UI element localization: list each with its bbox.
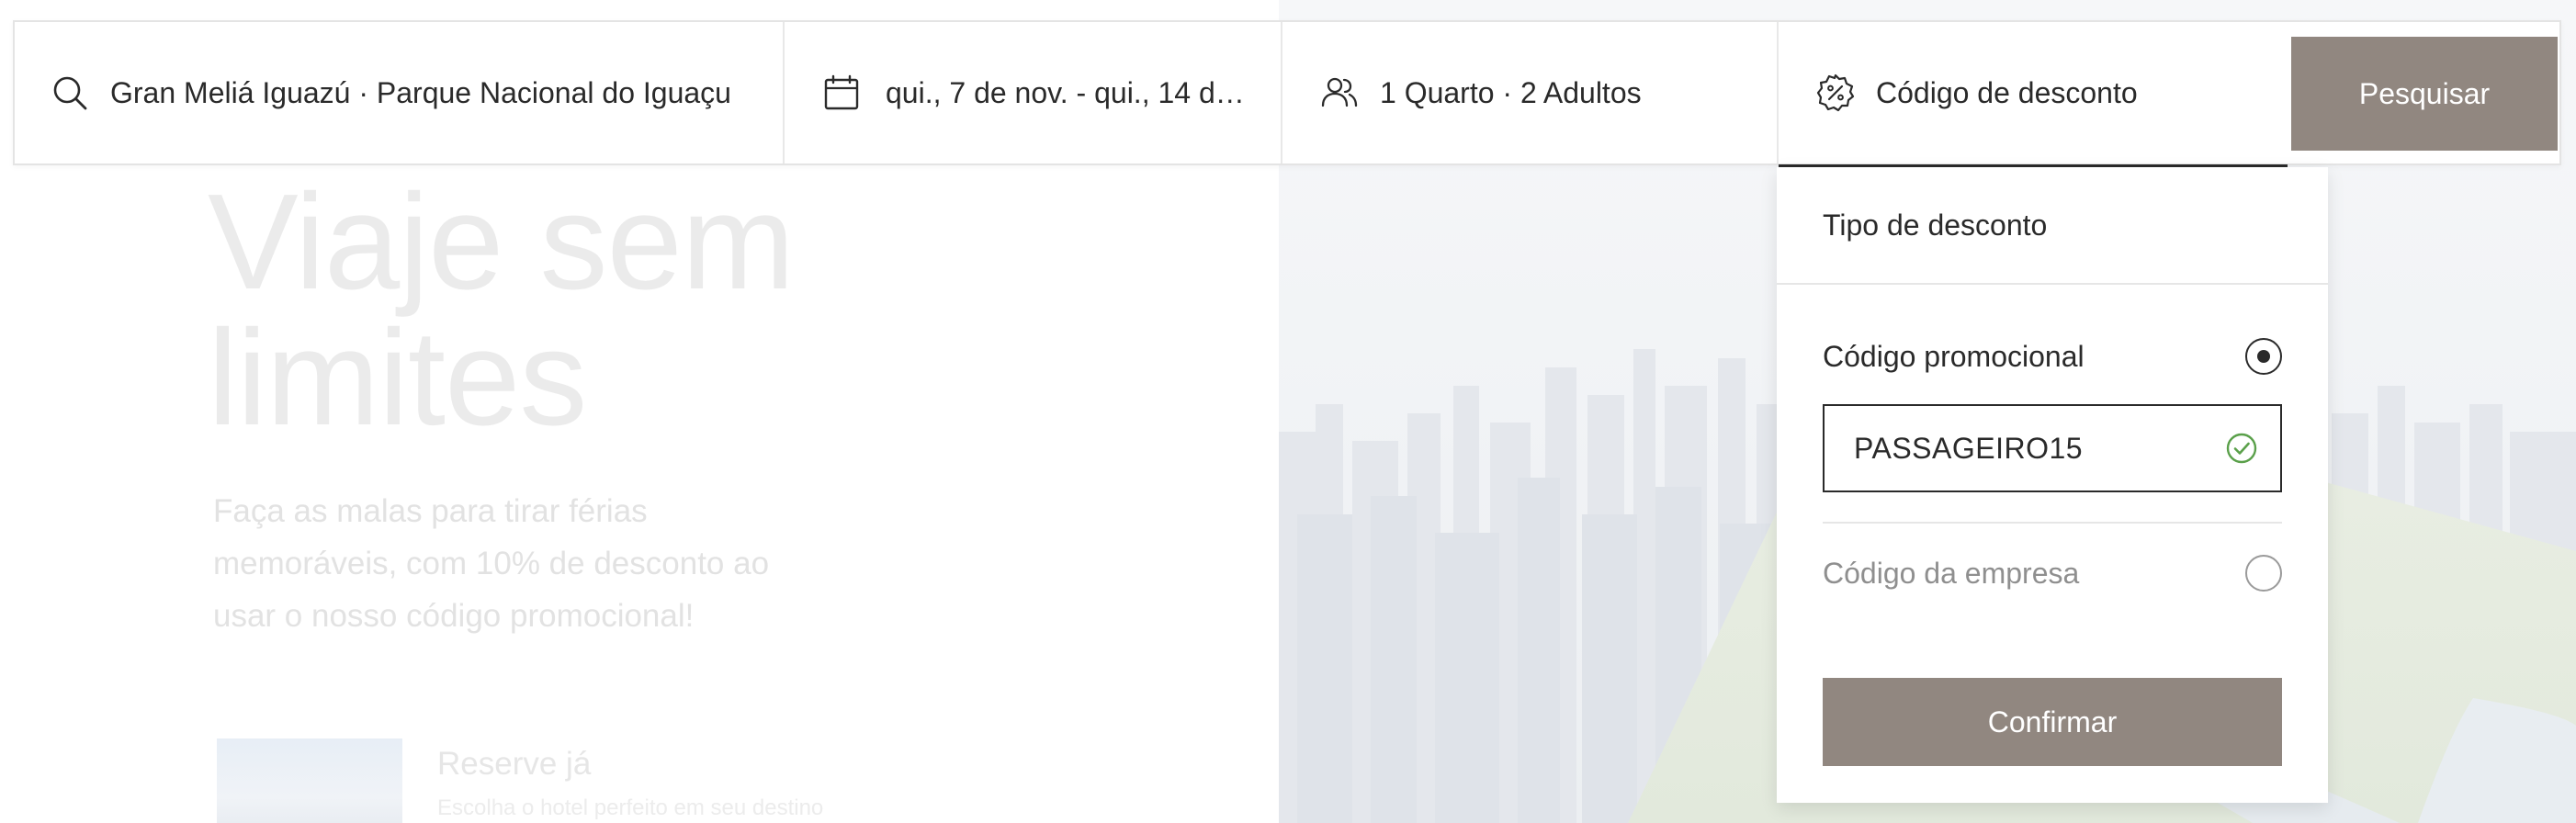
- promo-code-option[interactable]: Código promocional: [1823, 331, 2282, 382]
- people-icon: [1321, 77, 1358, 107]
- company-code-option[interactable]: Código da empresa: [1823, 547, 2282, 599]
- discount-code-label: Código de desconto: [1876, 75, 2138, 109]
- date-range-value: qui., 7 de nov. - qui., 14 de nov.: [886, 75, 1253, 109]
- option-divider: [1823, 522, 2282, 524]
- hero-title-line2: limites: [208, 302, 587, 454]
- promo-code-input[interactable]: PASSAGEIRO15: [1823, 404, 2282, 492]
- discount-dropdown-panel: Tipo de desconto Código promocional PASS…: [1777, 167, 2328, 803]
- destination-field[interactable]: Gran Meliá Iguazú · Parque Nacional do I…: [15, 22, 785, 163]
- confirm-button[interactable]: Confirmar: [1823, 678, 2282, 766]
- rooms-guests-field[interactable]: 1 Quarto · 2 Adultos: [1282, 22, 1779, 163]
- company-code-radio[interactable]: [2245, 555, 2282, 592]
- search-bar: Gran Meliá Iguazú · Parque Nacional do I…: [13, 20, 2561, 167]
- calendar-icon: [824, 74, 859, 110]
- promo-code-value: PASSAGEIRO15: [1854, 431, 2084, 465]
- hero-title-line1: Viaje sem: [208, 166, 795, 318]
- discount-code-field[interactable]: Código de desconto: [1779, 22, 2288, 167]
- search-icon: [53, 76, 87, 110]
- check-circle-icon: [2226, 433, 2257, 464]
- destination-value: Gran Meliá Iguazú · Parque Nacional do I…: [110, 75, 731, 109]
- booking-title: Reserve já: [437, 746, 592, 782]
- rooms-guests-value: 1 Quarto · 2 Adultos: [1380, 75, 1642, 109]
- booking-description: Escolha o hotel perfeito em seu destino: [437, 795, 824, 820]
- company-code-label: Código da empresa: [1823, 556, 2080, 590]
- booking-thumbnail: [217, 738, 402, 823]
- date-range-field[interactable]: qui., 7 de nov. - qui., 14 de nov.: [785, 22, 1282, 163]
- promo-code-radio[interactable]: [2245, 338, 2282, 375]
- search-button[interactable]: Pesquisar: [2291, 37, 2558, 151]
- discount-type-heading: Tipo de desconto: [1777, 167, 2328, 285]
- promo-code-label: Código promocional: [1823, 339, 2085, 373]
- discount-icon: [1816, 73, 1855, 112]
- hero-title: Viaje sem limites: [208, 175, 906, 446]
- hero-subtitle: Faça as malas para tirar férias memoráve…: [213, 493, 770, 634]
